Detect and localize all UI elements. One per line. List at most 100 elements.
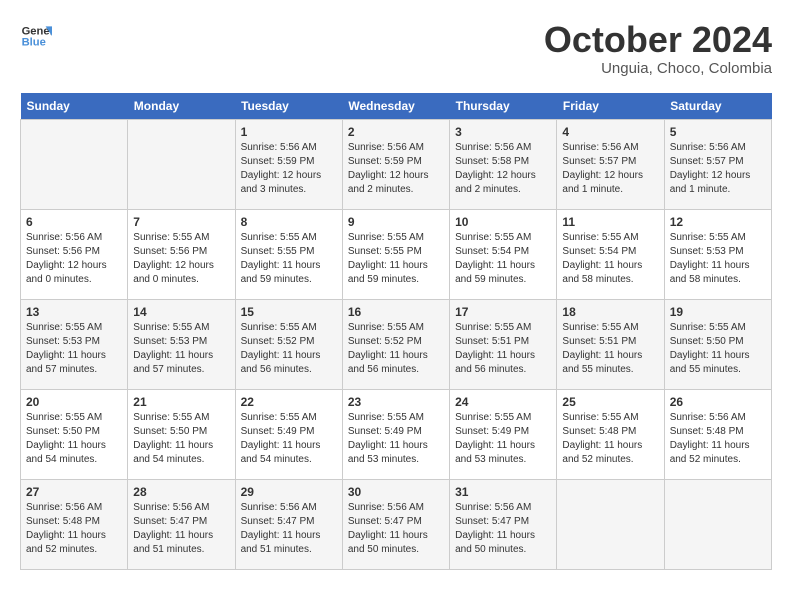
- day-info: Sunrise: 5:56 AMSunset: 5:47 PMDaylight:…: [455, 501, 551, 557]
- day-number: 28: [133, 485, 229, 499]
- day-cell: 10Sunrise: 5:55 AMSunset: 5:54 PMDayligh…: [450, 209, 557, 299]
- day-info: Sunrise: 5:56 AMSunset: 5:48 PMDaylight:…: [26, 501, 122, 557]
- day-number: 2: [348, 125, 444, 139]
- day-cell: 14 Sunrise: 5:55 AMSunset: 5:53 PMDayligh…: [128, 299, 235, 389]
- day-number: 22: [241, 395, 337, 409]
- header-wednesday: Wednesday: [342, 93, 449, 120]
- day-cell: 22 Sunrise: 5:55 AMSunset: 5:49 PMDayligh…: [235, 389, 342, 479]
- day-cell: 12 Sunrise: 5:55 AMSunset: 5:53 PMDayligh…: [664, 209, 771, 299]
- day-cell: 16 Sunrise: 5:55 AMSunset: 5:52 PMDayligh…: [342, 299, 449, 389]
- day-cell: 24 Sunrise: 5:55 AMSunset: 5:49 PMDayligh…: [450, 389, 557, 479]
- day-info: Sunrise: 5:55 AMSunset: 5:52 PMDaylight:…: [348, 321, 444, 377]
- day-cell: 5 Sunrise: 5:56 AMSunset: 5:57 PMDaylight…: [664, 119, 771, 209]
- day-number: 11: [562, 215, 658, 229]
- calendar-body: 1 Sunrise: 5:56 AMSunset: 5:59 PMDaylight…: [21, 119, 772, 569]
- day-cell: 11Sunrise: 5:55 AMSunset: 5:54 PMDayligh…: [557, 209, 664, 299]
- day-cell: 19 Sunrise: 5:55 AMSunset: 5:50 PMDayligh…: [664, 299, 771, 389]
- day-info: Sunrise: 5:55 AMSunset: 5:54 PMDaylight:…: [455, 231, 551, 287]
- day-cell: 4 Sunrise: 5:56 AMSunset: 5:57 PMDaylight…: [557, 119, 664, 209]
- day-info: Sunrise: 5:55 AMSunset: 5:51 PMDaylight:…: [455, 321, 551, 377]
- day-number: 4: [562, 125, 658, 139]
- day-number: 9: [348, 215, 444, 229]
- day-number: 12: [670, 215, 766, 229]
- day-number: 3: [455, 125, 551, 139]
- day-number: 30: [348, 485, 444, 499]
- day-number: 14: [133, 305, 229, 319]
- logo: General Blue: [20, 20, 52, 52]
- logo-icon: General Blue: [20, 20, 52, 52]
- day-info: Sunrise: 5:56 AMSunset: 5:47 PMDaylight:…: [348, 501, 444, 557]
- day-info: Sunrise: 5:55 AMSunset: 5:49 PMDaylight:…: [455, 411, 551, 467]
- day-info: Sunrise: 5:55 AMSunset: 5:55 PMDaylight:…: [348, 231, 444, 287]
- day-cell: 17 Sunrise: 5:55 AMSunset: 5:51 PMDayligh…: [450, 299, 557, 389]
- day-info: Sunrise: 5:56 AMSunset: 5:47 PMDaylight:…: [241, 501, 337, 557]
- day-cell: 28Sunrise: 5:56 AMSunset: 5:47 PMDayligh…: [128, 479, 235, 569]
- day-number: 15: [241, 305, 337, 319]
- day-number: 25: [562, 395, 658, 409]
- day-info: Sunrise: 5:56 AMSunset: 5:58 PMDaylight:…: [455, 141, 551, 197]
- day-info: Sunrise: 5:55 AMSunset: 5:56 PMDaylight:…: [133, 231, 229, 287]
- day-cell: 30 Sunrise: 5:56 AMSunset: 5:47 PMDayligh…: [342, 479, 449, 569]
- day-cell: 1 Sunrise: 5:56 AMSunset: 5:59 PMDaylight…: [235, 119, 342, 209]
- day-number: 1: [241, 125, 337, 139]
- day-number: 7: [133, 215, 229, 229]
- day-number: 26: [670, 395, 766, 409]
- day-info: Sunrise: 5:55 AMSunset: 5:53 PMDaylight:…: [133, 321, 229, 377]
- day-info: Sunrise: 5:55 AMSunset: 5:48 PMDaylight:…: [562, 411, 658, 467]
- calendar-header: Sunday Monday Tuesday Wednesday Thursday…: [21, 93, 772, 120]
- header-saturday: Saturday: [664, 93, 771, 120]
- day-cell: 6Sunrise: 5:56 AMSunset: 5:56 PMDaylight…: [21, 209, 128, 299]
- day-cell: 27 Sunrise: 5:56 AMSunset: 5:48 PMDayligh…: [21, 479, 128, 569]
- day-cell: [664, 479, 771, 569]
- day-number: 21: [133, 395, 229, 409]
- day-cell: 7 Sunrise: 5:55 AMSunset: 5:56 PMDaylight…: [128, 209, 235, 299]
- day-cell: 31Sunrise: 5:56 AMSunset: 5:47 PMDayligh…: [450, 479, 557, 569]
- day-info: Sunrise: 5:56 AMSunset: 5:57 PMDaylight:…: [670, 141, 766, 197]
- day-number: 29: [241, 485, 337, 499]
- day-number: 16: [348, 305, 444, 319]
- week-row-2: 13Sunrise: 5:55 AMSunset: 5:53 PMDayligh…: [21, 299, 772, 389]
- day-number: 18: [562, 305, 658, 319]
- day-info: Sunrise: 5:55 AMSunset: 5:50 PMDaylight:…: [670, 321, 766, 377]
- day-info: Sunrise: 5:55 AMSunset: 5:52 PMDaylight:…: [241, 321, 337, 377]
- day-info: Sunrise: 5:56 AMSunset: 5:56 PMDaylight:…: [26, 231, 122, 287]
- day-info: Sunrise: 5:55 AMSunset: 5:49 PMDaylight:…: [241, 411, 337, 467]
- day-number: 5: [670, 125, 766, 139]
- day-cell: 15 Sunrise: 5:55 AMSunset: 5:52 PMDayligh…: [235, 299, 342, 389]
- day-cell: 3 Sunrise: 5:56 AMSunset: 5:58 PMDaylight…: [450, 119, 557, 209]
- svg-text:Blue: Blue: [22, 37, 46, 49]
- main-title: October 2024: [544, 20, 772, 60]
- day-number: 17: [455, 305, 551, 319]
- header-monday: Monday: [128, 93, 235, 120]
- day-info: Sunrise: 5:55 AMSunset: 5:53 PMDaylight:…: [26, 321, 122, 377]
- day-info: Sunrise: 5:55 AMSunset: 5:53 PMDaylight:…: [670, 231, 766, 287]
- day-number: 20: [26, 395, 122, 409]
- header-sunday: Sunday: [21, 93, 128, 120]
- header: General Blue October 2024 Unguia, Choco,…: [20, 20, 772, 77]
- title-area: October 2024 Unguia, Choco, Colombia: [544, 20, 772, 77]
- day-info: Sunrise: 5:56 AMSunset: 5:57 PMDaylight:…: [562, 141, 658, 197]
- header-thursday: Thursday: [450, 93, 557, 120]
- day-info: Sunrise: 5:56 AMSunset: 5:48 PMDaylight:…: [670, 411, 766, 467]
- day-cell: 29 Sunrise: 5:56 AMSunset: 5:47 PMDayligh…: [235, 479, 342, 569]
- day-cell: 23Sunrise: 5:55 AMSunset: 5:49 PMDayligh…: [342, 389, 449, 479]
- day-cell: [128, 119, 235, 209]
- day-number: 27: [26, 485, 122, 499]
- week-row-0: 1 Sunrise: 5:56 AMSunset: 5:59 PMDaylight…: [21, 119, 772, 209]
- day-number: 24: [455, 395, 551, 409]
- day-number: 8: [241, 215, 337, 229]
- day-cell: 13Sunrise: 5:55 AMSunset: 5:53 PMDayligh…: [21, 299, 128, 389]
- day-info: Sunrise: 5:55 AMSunset: 5:50 PMDaylight:…: [26, 411, 122, 467]
- day-cell: [21, 119, 128, 209]
- subtitle: Unguia, Choco, Colombia: [544, 60, 772, 77]
- week-row-3: 20 Sunrise: 5:55 AMSunset: 5:50 PMDayligh…: [21, 389, 772, 479]
- day-info: Sunrise: 5:56 AMSunset: 5:59 PMDaylight:…: [241, 141, 337, 197]
- week-row-4: 27 Sunrise: 5:56 AMSunset: 5:48 PMDayligh…: [21, 479, 772, 569]
- day-number: 19: [670, 305, 766, 319]
- day-info: Sunrise: 5:55 AMSunset: 5:55 PMDaylight:…: [241, 231, 337, 287]
- day-cell: 2Sunrise: 5:56 AMSunset: 5:59 PMDaylight…: [342, 119, 449, 209]
- header-friday: Friday: [557, 93, 664, 120]
- header-row: Sunday Monday Tuesday Wednesday Thursday…: [21, 93, 772, 120]
- calendar-table: Sunday Monday Tuesday Wednesday Thursday…: [20, 93, 772, 570]
- day-cell: 18Sunrise: 5:55 AMSunset: 5:51 PMDayligh…: [557, 299, 664, 389]
